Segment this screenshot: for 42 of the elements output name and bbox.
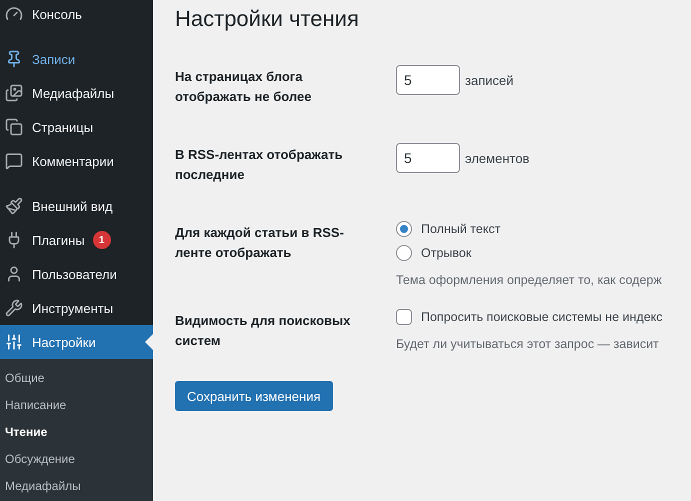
comment-icon [4,152,24,170]
submenu-item[interactable]: Чтение [0,418,153,445]
number-field[interactable]: 5 [396,143,460,173]
menu-item[interactable]: Медиафайлы [0,76,153,110]
sliders-icon [4,333,24,351]
setting-label: Для каждой статьи в RSS-ленте отображать [175,224,345,262]
menu-item[interactable]: Комментарии [0,144,153,178]
pages-icon [4,118,24,136]
checkbox[interactable] [396,309,412,325]
submenu-item[interactable]: Написание [0,391,153,418]
setting-label: На страницах блога отображать не более [175,68,312,106]
radio-button[interactable] [396,245,412,261]
update-count: 1 [92,231,111,249]
submenu-item[interactable]: Общие [0,364,153,391]
option-label: Попросить поисковые системы не индекс [421,310,663,324]
submenu-item[interactable]: Медиафайлы [0,472,153,499]
option-label: Полный текст [421,222,500,236]
menu-item[interactable]: Внешний вид [0,189,153,223]
submenu-item[interactable]: Обсуждение [0,445,153,472]
menu-item[interactable]: Консоль [0,0,153,31]
description-text: Будет ли учитываться этот запрос — зависит [396,337,660,351]
unit-label: записей [465,72,514,88]
menu-item[interactable]: Инструменты [0,291,153,325]
unit-label: элементов [465,150,530,166]
current-pointer [145,334,153,350]
description-text: Тема оформления определяет то, как содерж [396,273,663,287]
setting-label: В RSS-лентах отображать последние [175,146,344,184]
radio-button[interactable] [396,221,412,237]
option-label: Отрывок [421,246,472,260]
setting-label: Видимость для поисковых систем [175,312,352,350]
brush-icon [4,197,24,215]
menu-item[interactable]: Страницы [0,110,153,144]
menu-item[interactable]: Пользователи [0,257,153,291]
save-button[interactable]: Сохранить изменения [175,381,332,411]
page-title: Настройки чтения [175,6,359,32]
menu-item[interactable]: Записи [0,42,153,76]
images-icon [4,84,24,102]
gauge-icon [4,5,24,23]
menu-item[interactable]: Настройки [0,325,153,359]
number-field[interactable]: 5 [396,65,460,95]
wrench-icon [4,299,24,317]
menu-item[interactable]: Плагины 1 [0,223,153,257]
